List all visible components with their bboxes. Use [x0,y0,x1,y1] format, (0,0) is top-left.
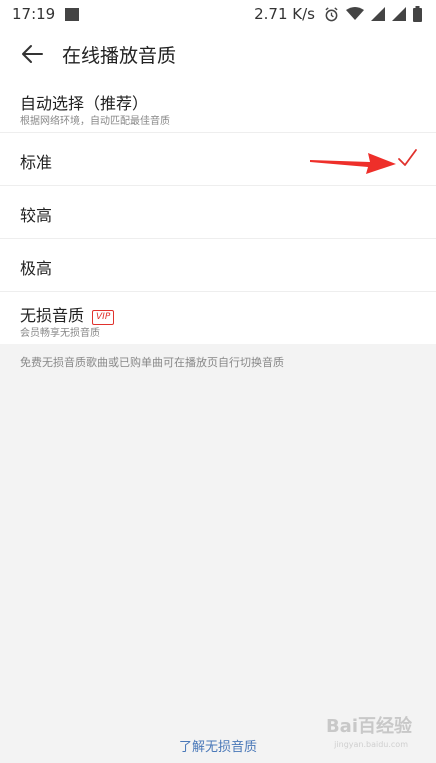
option-label: 较高 [20,206,53,225]
status-right-group: 2.71 K/s [254,0,422,28]
app-bar: 在线播放音质 [0,28,436,80]
checkmark-icon [398,149,417,166]
gallery-icon [65,7,80,21]
hint-text: 免费无损音质歌曲或已购单曲可在播放页自行切换音质 [20,356,284,369]
vip-badge: VIP [92,310,115,325]
back-button[interactable] [18,40,46,68]
option-description: 根据网络环境，自动匹配最佳音质 [20,116,170,127]
status-time: 17:19 [12,5,56,23]
option-high[interactable]: 较高 [0,186,436,239]
option-label-text: 无损音质 [20,306,85,325]
page-title: 在线播放音质 [62,44,177,67]
status-bar: 17:19 2.71 K/s [0,0,436,28]
battery-icon [413,6,422,22]
signal-icon [371,7,385,21]
option-very-high[interactable]: 极高 [0,239,436,292]
watermark: Bai百经验 [325,716,412,737]
option-label: 无损音质 VIP [20,302,115,326]
network-speed: 2.71 K/s [254,5,315,23]
option-description: 会员畅享无损音质 [20,328,100,339]
quality-option-list: 自动选择（推荐） 根据网络环境，自动匹配最佳音质 标准 较高 极高 无损音质 VI… [0,80,436,344]
signal-icon [392,7,406,21]
wifi-icon [346,7,364,20]
red-arrow-annotation [310,153,396,174]
alarm-icon [325,6,338,21]
option-lossless[interactable]: 无损音质 VIP 会员畅享无损音质 [0,292,436,344]
option-label: 标准 [20,153,53,172]
option-label: 极高 [20,259,53,278]
back-arrow-icon [22,45,43,63]
learn-lossless-link[interactable]: 了解无损音质 [0,736,436,755]
option-standard[interactable]: 标准 [0,133,436,186]
option-label: 自动选择（推荐） [20,94,149,113]
option-auto[interactable]: 自动选择（推荐） 根据网络环境，自动匹配最佳音质 [0,80,436,133]
